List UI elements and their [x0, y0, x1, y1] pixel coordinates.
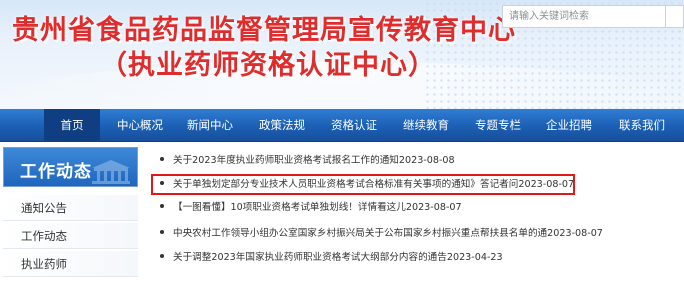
search-button[interactable] — [666, 5, 684, 28]
main-nav: 首页 中心概况 新闻中心 政策法规 资格认证 继续教育 专题专栏 企业招聘 联系… — [0, 109, 684, 142]
news-title[interactable]: 中央农村工作领导小组办公室国家乡村振兴局关于公布国家乡村振兴重点帮扶县名单的通 — [173, 228, 547, 239]
sidebar-item-pharmacist[interactable]: 执业药师 — [3, 251, 138, 277]
news-date: 2023-08-07 — [547, 228, 603, 239]
site-title: 贵州省食品药品监督管理局宣传教育中心 — [12, 15, 516, 46]
news-date: 2023-04-23 — [446, 252, 503, 263]
site-subtitle: （执业药师资格认证中心） — [100, 50, 436, 81]
bullet-icon — [160, 157, 164, 161]
nav-item-news[interactable]: 新闻中心 — [180, 109, 240, 141]
news-item[interactable]: 【一图看懂】10项职业资格考试单独划线！详情看这儿2023-08-07 — [146, 197, 462, 219]
sidebar-title: 工作动态 — [20, 162, 92, 182]
search-input[interactable] — [502, 5, 666, 28]
sidebar-item-work-news[interactable]: 工作动态 — [3, 223, 138, 249]
news-date: 2023-08-07 — [405, 202, 462, 213]
news-date: 2023-08-08 — [398, 155, 455, 166]
nav-item-certification[interactable]: 资格认证 — [324, 109, 384, 141]
nav-item-contact[interactable]: 联系我们 — [612, 109, 672, 141]
sidebar-item-notices[interactable]: 通知公告 — [3, 195, 138, 221]
bullet-icon — [160, 254, 164, 258]
bullet-icon — [160, 230, 164, 234]
nav-item-jobs[interactable]: 企业招聘 — [538, 109, 600, 141]
news-title[interactable]: 关于2023年度执业药师职业资格考试报名工作的通知 — [173, 155, 399, 166]
news-item[interactable]: 中央农村工作领导小组办公室国家乡村振兴局关于公布国家乡村振兴重点帮扶县名单的通2… — [146, 223, 603, 245]
news-item[interactable]: 关于2023年度执业药师职业资格考试报名工作的通知2023-08-08 — [146, 150, 455, 172]
news-title[interactable]: 关于单独划定部分专业技术人员职业资格考试合格标准有关事项的通知》答记者问 — [173, 179, 518, 190]
bullet-icon — [160, 181, 164, 185]
nav-item-education[interactable]: 继续教育 — [396, 109, 456, 141]
nav-item-policy[interactable]: 政策法规 — [251, 109, 313, 141]
news-title[interactable]: 关于调整2023年国家执业药师职业资格考试大纲部分内容的通告 — [173, 252, 447, 263]
bullet-icon — [160, 204, 164, 208]
header-banner: 贵州省食品药品监督管理局宣传教育中心 （执业药师资格认证中心） — [0, 0, 684, 109]
news-date: 2023-08-07 — [518, 179, 575, 190]
nav-item-topics[interactable]: 专题专栏 — [468, 109, 528, 141]
news-title[interactable]: 【一图看懂】10项职业资格考试单独划线！详情看这儿 — [173, 202, 406, 213]
nav-item-home[interactable]: 首页 — [44, 109, 100, 141]
news-item[interactable]: 关于调整2023年国家执业药师职业资格考试大纲部分内容的通告2023-04-23 — [146, 247, 503, 269]
news-item-highlighted[interactable]: 关于单独划定部分专业技术人员职业资格考试合格标准有关事项的通知》答记者问2023… — [146, 174, 574, 196]
building-icon — [92, 160, 130, 184]
sidebar-header: 工作动态 — [3, 147, 138, 187]
nav-item-about[interactable]: 中心概况 — [110, 109, 170, 141]
